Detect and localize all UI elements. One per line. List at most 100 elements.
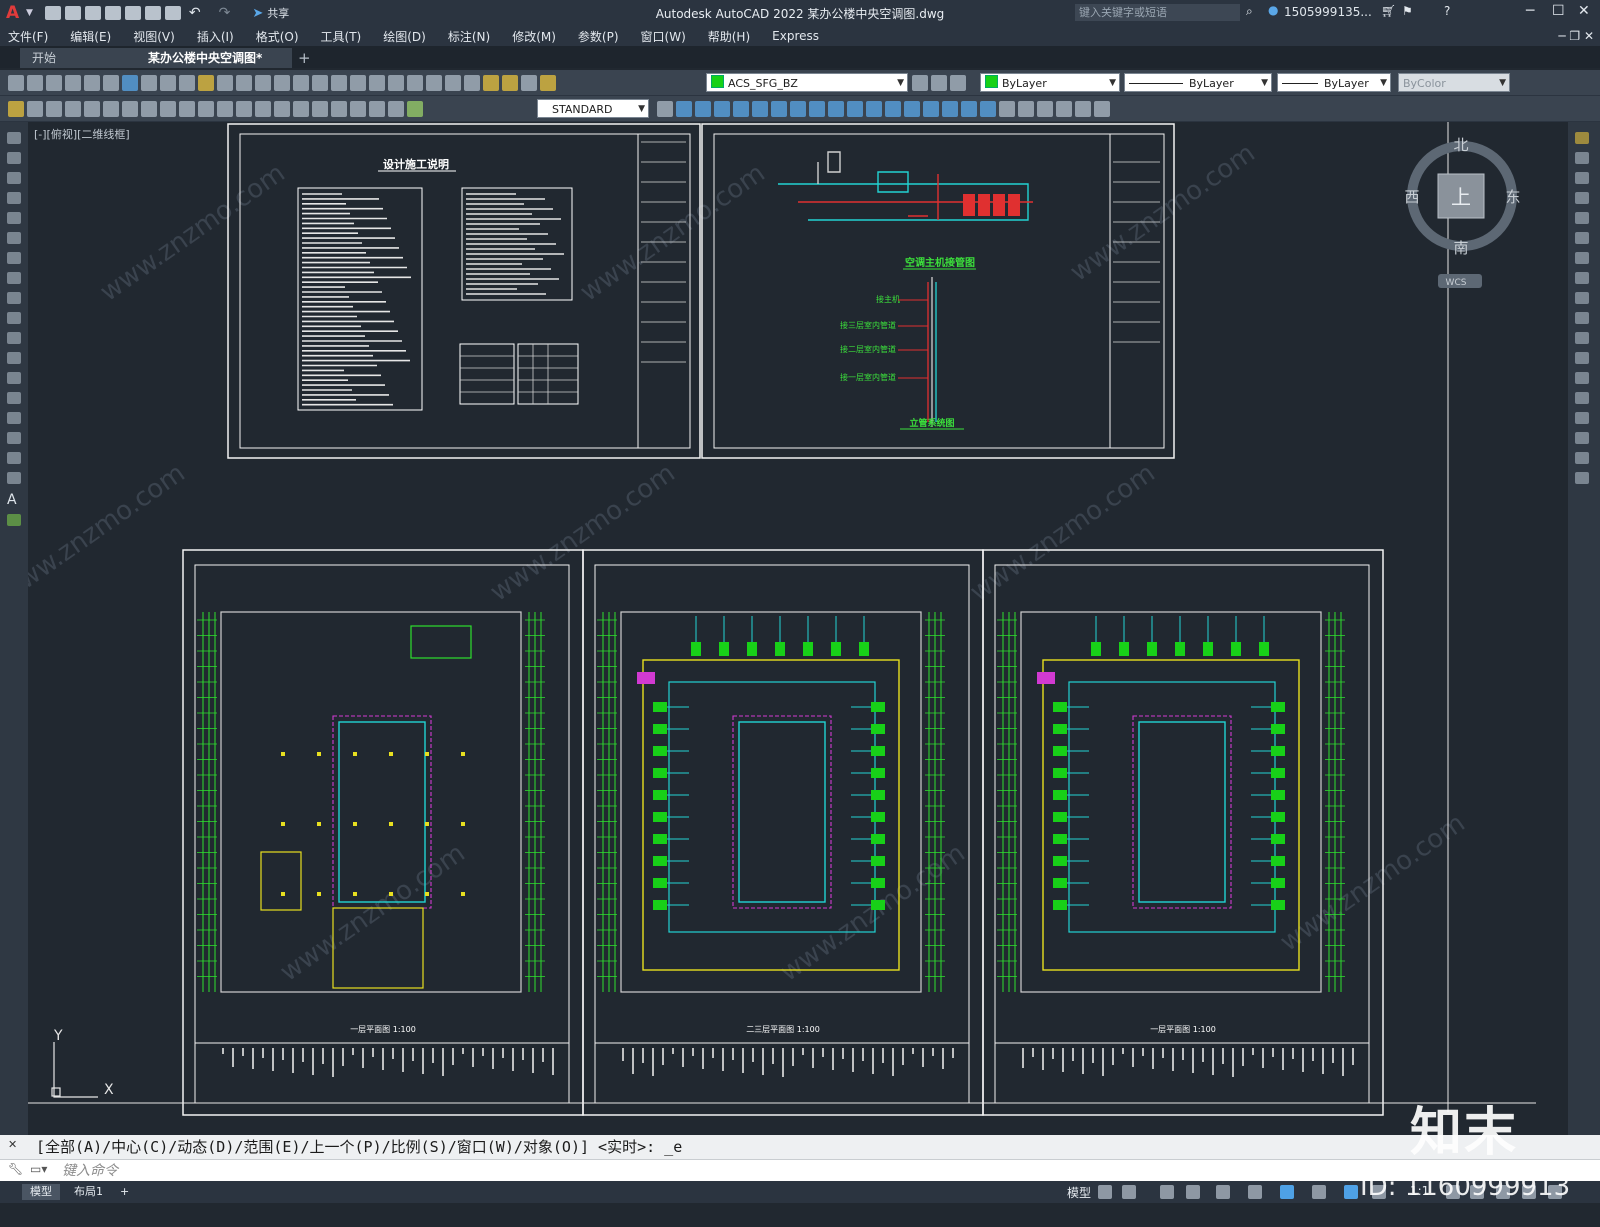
new-file-icon[interactable] — [44, 6, 61, 20]
layer-state-icon[interactable] — [950, 75, 966, 91]
dim-radius-icon[interactable] — [122, 101, 138, 117]
mirror-icon[interactable] — [1575, 172, 1589, 184]
chamfer-icon[interactable] — [923, 101, 939, 117]
help-icon[interactable] — [445, 75, 461, 91]
rectangle-icon[interactable] — [7, 212, 21, 224]
break-icon[interactable] — [885, 101, 901, 117]
wrench-icon[interactable]: 🔧︎ — [8, 1162, 23, 1176]
offset-icon[interactable] — [733, 101, 749, 117]
stretch-icon[interactable] — [1575, 292, 1589, 304]
hatch-back-icon[interactable] — [1075, 101, 1091, 117]
publish-icon[interactable] — [103, 75, 119, 91]
ortho-icon[interactable] — [1160, 1185, 1174, 1199]
center-mark-icon[interactable] — [312, 101, 328, 117]
dim-text-edit-icon[interactable] — [388, 101, 404, 117]
tolerance-icon[interactable] — [293, 101, 309, 117]
new-icon[interactable] — [8, 75, 24, 91]
rotate-icon[interactable] — [790, 101, 806, 117]
sheet-floor-plan[interactable]: 一层平面图 1:100 — [182, 549, 584, 1116]
search-input[interactable]: 键入关键字或短语 — [1075, 4, 1240, 21]
gradient-icon[interactable] — [7, 432, 21, 444]
pan-icon[interactable] — [255, 75, 271, 91]
sheet-schematics[interactable]: 空调主机接管图 接主机 接三层室内管道 接二层室内管道 接一层室内管道 立管系统… — [701, 123, 1175, 459]
color-dropdown[interactable]: ByLayer ▼ — [980, 73, 1120, 92]
minimize-button[interactable]: ─ — [1526, 3, 1534, 19]
mirror-icon[interactable] — [714, 101, 730, 117]
add-layout-button[interactable]: + — [112, 1184, 137, 1200]
plot-icon[interactable] — [65, 75, 81, 91]
blend-curves-icon[interactable] — [1575, 452, 1589, 464]
search-icon[interactable]: ⌕ — [1246, 4, 1253, 19]
dim-update-icon[interactable] — [407, 101, 423, 117]
dim-save-icon[interactable] — [27, 101, 43, 117]
rotate-icon[interactable] — [1575, 252, 1589, 264]
layer-dropdown[interactable]: ACS_SFG_BZ ▼ — [706, 73, 908, 92]
erase-icon[interactable] — [1575, 132, 1589, 144]
lineweight-dropdown[interactable]: ByLayer ▼ — [1277, 73, 1391, 92]
menu-draw[interactable]: 绘图(D) — [383, 28, 426, 45]
linetype-dropdown[interactable]: ByLayer ▼ — [1124, 73, 1272, 92]
app-menu-chevron-icon[interactable]: ▼ — [26, 8, 33, 18]
cut-icon[interactable] — [141, 75, 157, 91]
scale-icon[interactable] — [1575, 272, 1589, 284]
bring-front-icon[interactable] — [1018, 101, 1034, 117]
snap-icon[interactable] — [1122, 1185, 1136, 1199]
undo-icon[interactable]: ↶ — [189, 5, 201, 21]
break-icon[interactable] — [1575, 372, 1589, 384]
grid-icon[interactable] — [1098, 1185, 1112, 1199]
explode-icon[interactable] — [980, 101, 996, 117]
dim-aligned-icon[interactable] — [65, 101, 81, 117]
arc-icon[interactable] — [7, 232, 21, 244]
extend-icon[interactable] — [1575, 332, 1589, 344]
multiline-text-icon[interactable]: A — [7, 492, 21, 508]
region-icon[interactable] — [7, 452, 21, 464]
menu-file[interactable]: 文件(F) — [8, 28, 48, 45]
save-icon[interactable] — [46, 75, 62, 91]
account-name[interactable]: 1505999135... — [1284, 5, 1372, 19]
revision-cloud-icon[interactable] — [7, 272, 21, 284]
plotstyle-dropdown[interactable]: ByColor ▼ — [1398, 73, 1510, 92]
3d-print-icon[interactable] — [122, 75, 138, 91]
insert-block-icon[interactable] — [7, 352, 21, 364]
trim-icon[interactable] — [847, 101, 863, 117]
recent-commands-icon[interactable]: ▭▾ — [30, 1162, 47, 1176]
share-icon[interactable]: ➤ — [252, 6, 263, 21]
hatch-icon[interactable] — [7, 412, 21, 424]
viewcube-top-face[interactable]: 上 — [1451, 185, 1471, 209]
help-icon[interactable]: ? — [1444, 4, 1450, 18]
plot-icon[interactable] — [164, 6, 181, 20]
layer-on-icon[interactable] — [483, 75, 499, 91]
move-icon[interactable] — [771, 101, 787, 117]
undo-icon[interactable] — [217, 75, 233, 91]
viewcube-west[interactable]: 西 — [1404, 188, 1419, 206]
layer-lock-icon[interactable] — [540, 75, 556, 91]
model-space-button[interactable]: 模型 — [1067, 1184, 1091, 1201]
sheet-design-notes[interactable]: 设计施工说明 — [227, 123, 701, 459]
chamfer-icon[interactable] — [1575, 412, 1589, 424]
extend-icon[interactable] — [866, 101, 882, 117]
add-selected-icon[interactable] — [7, 514, 21, 526]
viewcube-east[interactable]: 东 — [1505, 188, 1520, 206]
sheet-floor-plan[interactable]: 二三层平面图 1:100 — [582, 549, 984, 1116]
spline-icon[interactable] — [7, 292, 21, 304]
table-icon[interactable] — [7, 472, 21, 484]
dim-angular-icon[interactable] — [179, 101, 195, 117]
copy-object-icon[interactable] — [695, 101, 711, 117]
viewcube-north[interactable]: 北 — [1453, 136, 1468, 154]
dim-style-icon[interactable] — [8, 101, 24, 117]
copy-icon[interactable] — [160, 75, 176, 91]
make-block-icon[interactable] — [7, 372, 21, 384]
dim-override-icon[interactable] — [657, 101, 673, 117]
erase-icon[interactable] — [676, 101, 692, 117]
match-properties-icon[interactable] — [198, 75, 214, 91]
inspection-icon[interactable] — [331, 101, 347, 117]
polyline-icon[interactable] — [7, 172, 21, 184]
open-file-icon[interactable] — [64, 6, 81, 20]
join-icon[interactable] — [904, 101, 920, 117]
sheet-floor-plan[interactable]: 一层平面图 1:100 — [982, 549, 1384, 1116]
viewcube-south[interactable]: 南 — [1453, 239, 1468, 257]
save-icon[interactable] — [84, 6, 101, 20]
layer-viewport-icon[interactable] — [521, 75, 537, 91]
trim-icon[interactable] — [1575, 312, 1589, 324]
dim-ordinate-icon[interactable] — [103, 101, 119, 117]
